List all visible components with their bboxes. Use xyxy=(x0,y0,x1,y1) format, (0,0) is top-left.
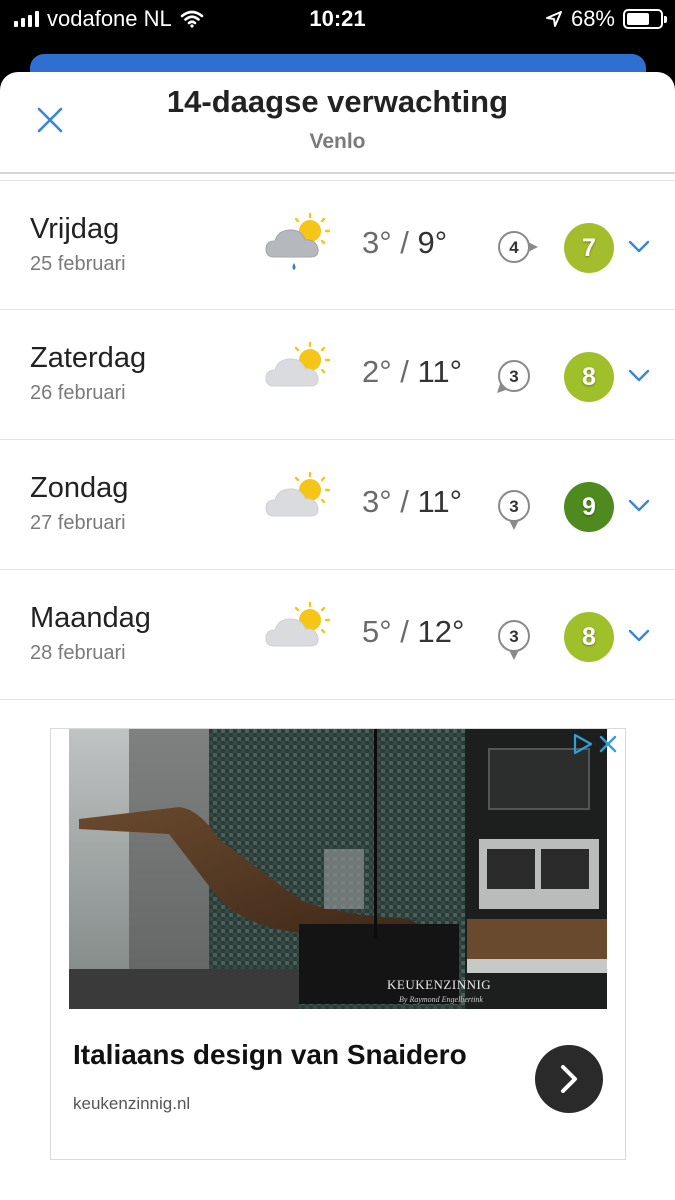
svg-text:4: 4 xyxy=(509,238,519,257)
wind-compass-icon: 3 xyxy=(488,480,540,532)
forecast-row[interactable]: Vrijdag 25 februari 3° / 9° 4 7 xyxy=(0,180,675,310)
ad-brand-logo: KEUKENZINNIG xyxy=(387,977,492,992)
forecast-day: Vrijdag xyxy=(30,213,120,245)
chevron-down-icon[interactable] xyxy=(626,494,652,516)
ad-brand-sub: By Raymond Engelbertink xyxy=(399,995,483,1004)
svg-text:3: 3 xyxy=(509,497,518,516)
location-subtitle: Venlo xyxy=(309,130,366,153)
temperature-range: 3° / 9° xyxy=(362,225,448,260)
forecast-row[interactable]: Zondag 27 februari 3° / 11° 3 9 xyxy=(0,440,675,570)
forecast-row[interactable]: Zaterdag 26 februari 2° / 11° 3 8 xyxy=(0,310,675,440)
sheet-header: 14-daagse verwachting Venlo xyxy=(0,72,675,174)
kitchen-photo xyxy=(69,729,607,1009)
chevron-down-icon[interactable] xyxy=(626,624,652,646)
temp-max: 11° xyxy=(417,354,463,389)
temperature-range: 5° / 12° xyxy=(362,614,465,649)
weather-score-badge: 8 xyxy=(564,352,614,402)
ad-image[interactable]: KEUKENZINNIG By Raymond Engelbertink xyxy=(69,729,607,1009)
cloud-sun-icon xyxy=(262,601,334,664)
weather-score-badge: 8 xyxy=(564,612,614,662)
forecast-row[interactable]: Maandag 28 februari 5° / 12° 3 8 xyxy=(0,570,675,700)
forecast-list: Vrijdag 25 februari 3° / 9° 4 7 Zaterdag… xyxy=(0,180,675,700)
battery-percent: 68% xyxy=(570,6,615,31)
ad-headline[interactable]: Italiaans design van Snaidero xyxy=(73,1039,467,1071)
temp-min: 2° xyxy=(362,354,392,389)
wind-compass-icon: 3 xyxy=(488,610,540,662)
cloud-sun-icon xyxy=(262,341,334,404)
temperature-range: 2° / 11° xyxy=(362,354,463,389)
wind-compass-icon: 3 xyxy=(488,350,540,402)
forecast-date: 28 februari xyxy=(30,642,126,664)
chevron-down-icon[interactable] xyxy=(626,364,652,386)
temperature-range: 3° / 11° xyxy=(362,484,463,519)
chevron-right-icon xyxy=(561,1065,577,1093)
temp-max: 11° xyxy=(417,484,463,519)
svg-text:3: 3 xyxy=(509,627,518,646)
forecast-date: 27 februari xyxy=(30,512,126,534)
status-right: 68% xyxy=(545,6,667,32)
temp-max: 9° xyxy=(417,225,448,260)
temp-min: 3° xyxy=(362,484,392,519)
temp-min: 3° xyxy=(362,225,392,260)
battery-icon xyxy=(623,9,667,29)
weather-score-badge: 9 xyxy=(564,482,614,532)
rain-cloud-sun-icon xyxy=(262,212,334,275)
ad-open-button[interactable] xyxy=(535,1045,603,1113)
status-bar: vodafone NL 10:21 68% xyxy=(0,0,675,40)
temp-max: 12° xyxy=(417,614,465,649)
chevron-down-icon[interactable] xyxy=(626,235,652,257)
ad-choices-icon[interactable] xyxy=(569,731,621,757)
forecast-day: Zaterdag xyxy=(30,342,147,374)
ad-domain[interactable]: keukenzinnig.nl xyxy=(73,1094,190,1114)
location-arrow-icon xyxy=(545,11,562,27)
forecast-day: Maandag xyxy=(30,602,151,634)
cloud-sun-icon xyxy=(262,471,334,534)
advertisement[interactable]: KEUKENZINNIG By Raymond Engelbertink Ita… xyxy=(50,728,626,1160)
wind-compass-icon: 4 xyxy=(488,221,540,273)
forecast-day: Zondag xyxy=(30,472,129,504)
forecast-date: 26 februari xyxy=(30,382,126,404)
forecast-sheet: 14-daagse verwachting Venlo Vrijdag 25 f… xyxy=(0,72,675,1200)
forecast-date: 25 februari xyxy=(30,253,126,275)
page-title: 14-daagse verwachting xyxy=(166,84,509,119)
weather-score-badge: 7 xyxy=(564,223,614,273)
svg-text:3: 3 xyxy=(509,367,518,386)
temp-min: 5° xyxy=(362,614,392,649)
